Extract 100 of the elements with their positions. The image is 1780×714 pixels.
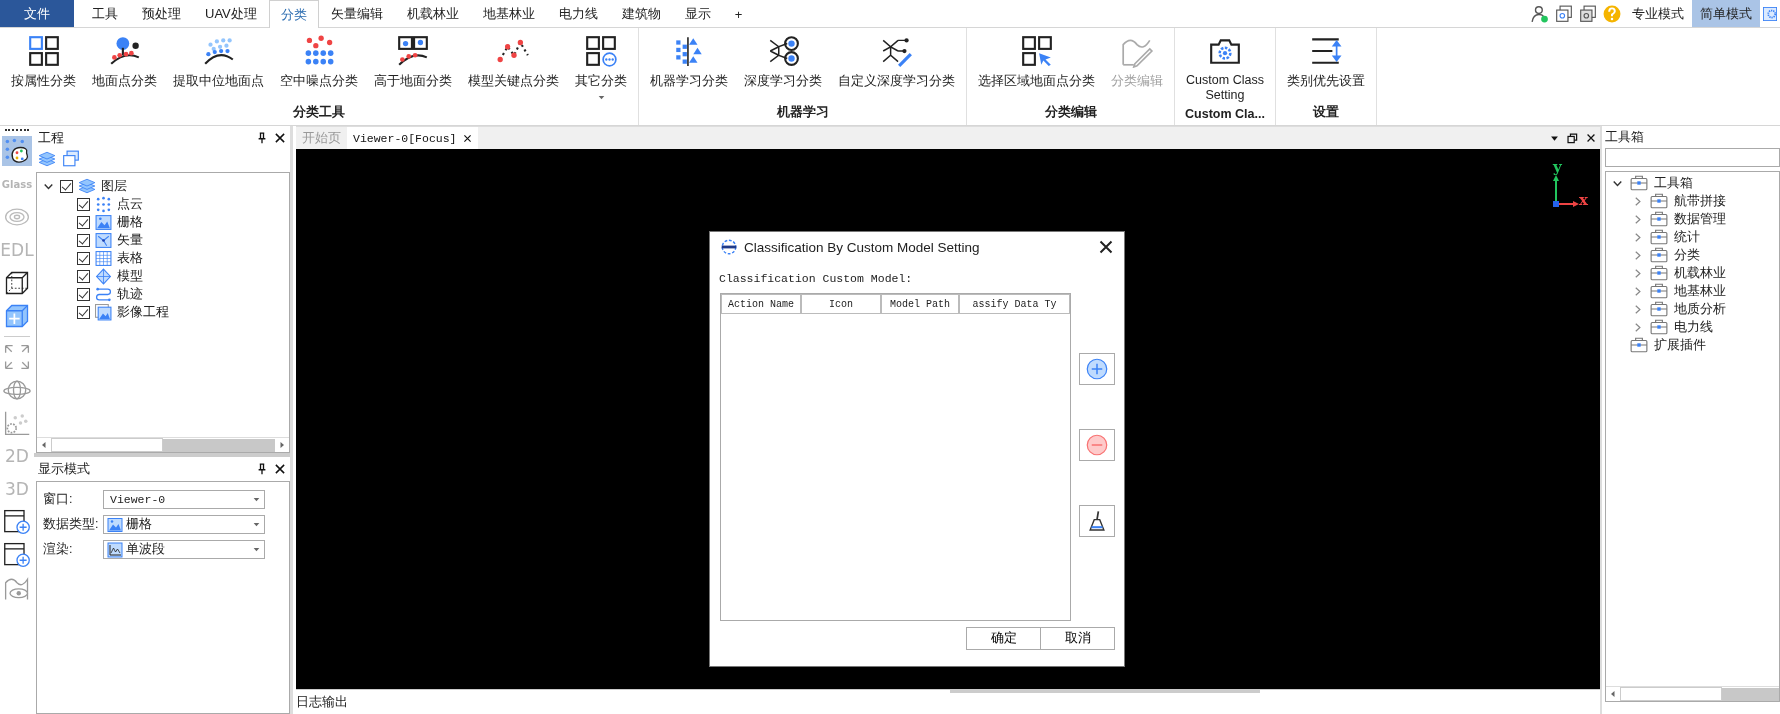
column-header[interactable]: Action Name [721, 294, 801, 314]
tree-item[interactable]: 扩展插件 [1654, 336, 1706, 354]
close-icon[interactable] [274, 463, 286, 475]
grip-handle[interactable] [5, 129, 29, 134]
tree-item[interactable]: 矢量 [117, 231, 143, 249]
add-button[interactable] [1079, 353, 1115, 385]
pin-icon[interactable] [256, 463, 268, 475]
tree-item[interactable]: 地质分析 [1674, 300, 1726, 318]
column-header[interactable]: Model Path [881, 294, 959, 314]
menu-tab[interactable]: + [722, 0, 755, 27]
settings-icon[interactable] [1763, 4, 1777, 23]
viewport[interactable]: y x Classification By Custom Model Setting Classification Custom Model: Action Name Icon Model Path assify Data Ty 确定 取消 [296, 149, 1600, 689]
model-table[interactable]: Action Name Icon Model Path assify Data Ty [720, 293, 1071, 621]
dialog-button[interactable]: 取消 [1040, 627, 1115, 650]
tree-item[interactable]: 模型 [117, 267, 143, 285]
scroll-left-icon[interactable] [40, 441, 48, 449]
dropdown-field[interactable]: 单波段 [103, 540, 265, 559]
ribbon-button[interactable]: 高于地面分类 [366, 32, 460, 104]
scrollbar[interactable] [950, 690, 1260, 693]
close-tab-icon[interactable] [462, 133, 472, 143]
scrollbar[interactable] [37, 437, 289, 452]
menu-tab[interactable]: 机载林业 [394, 0, 471, 27]
ribbon-button[interactable]: Custom Class Setting [1178, 32, 1272, 107]
ribbon-button[interactable]: 机器学习分类 [642, 32, 736, 104]
menu-tab[interactable]: UAV处理 [193, 0, 269, 27]
checkbox[interactable] [77, 197, 90, 211]
menu-tab[interactable]: 显示 [672, 0, 723, 27]
clear-button[interactable] [1079, 505, 1115, 537]
cube-icon[interactable] [3, 269, 31, 297]
tree-item[interactable]: 工具箱 [1654, 174, 1693, 192]
column-header[interactable]: Icon [801, 294, 881, 314]
ribbon-button[interactable]: 选择区域地面点分类 [970, 32, 1103, 104]
tree-item[interactable]: 轨迹 [117, 285, 143, 303]
cube-plus-icon[interactable] [3, 302, 31, 330]
checkbox[interactable] [77, 305, 90, 319]
close-icon[interactable] [1586, 133, 1596, 143]
menu-tab[interactable]: 分类 [268, 0, 319, 28]
scroll-right-icon[interactable] [278, 441, 286, 449]
tree-item[interactable]: 统计 [1674, 228, 1700, 246]
mode-button[interactable]: 专业模式 [1624, 0, 1692, 27]
tree-item[interactable]: 表格 [117, 249, 143, 267]
menu-tab[interactable]: 文件 [0, 0, 74, 27]
panel-title: 工具箱 [1604, 128, 1645, 146]
menu-tab[interactable]: 预处理 [130, 0, 193, 27]
close-icon[interactable] [1098, 239, 1114, 255]
scatter-gear-icon[interactable] [3, 409, 31, 437]
checkbox[interactable] [77, 287, 90, 301]
window-plus-icon[interactable] [3, 541, 31, 569]
column-header[interactable]: assify Data Ty [959, 294, 1070, 314]
ribbon-button[interactable]: 类别优先设置 [1279, 32, 1373, 104]
dialog-button[interactable]: 确定 [966, 627, 1041, 650]
tree-item[interactable]: 电力线 [1674, 318, 1713, 336]
checkbox[interactable] [77, 215, 90, 229]
menu-tab[interactable]: 电力线 [546, 0, 610, 27]
palette-icon[interactable] [3, 137, 31, 165]
tree-item[interactable]: 航带拼接 [1674, 192, 1726, 210]
tree-item[interactable]: 地基林业 [1674, 282, 1726, 300]
search-field[interactable] [1605, 148, 1780, 167]
tree-item[interactable]: 影像工程 [117, 303, 169, 321]
axis-drawing [1553, 173, 1580, 207]
user-check-icon[interactable] [1531, 4, 1549, 23]
toolbox-icon [1649, 192, 1669, 210]
ribbon-button[interactable]: 自定义深度学习分类 [830, 32, 963, 104]
tree-item[interactable]: 分类 [1674, 246, 1700, 264]
windows-icon[interactable] [1555, 4, 1573, 23]
tree-item[interactable]: 栅格 [117, 213, 143, 231]
dropdown-field[interactable]: Viewer-0 [103, 490, 265, 509]
menu-tab[interactable]: 工具 [80, 0, 130, 27]
group-title: 设置 [1312, 104, 1340, 121]
ribbon-button[interactable]: 深度学习分类 [736, 32, 830, 104]
windows-icon[interactable] [62, 150, 80, 168]
scroll-left-icon[interactable] [1609, 690, 1617, 698]
ribbon-button[interactable]: 其它分类 [567, 32, 635, 104]
windows-icon[interactable] [1579, 4, 1597, 23]
pin-icon[interactable] [256, 132, 268, 144]
tree-item[interactable]: 图层 [101, 177, 127, 195]
ribbon-button[interactable]: 地面点分类 [84, 32, 165, 104]
dropdown-field[interactable]: 栅格 [103, 515, 265, 534]
expand-icon[interactable] [3, 343, 31, 371]
checkbox[interactable] [60, 179, 73, 193]
ribbon-button[interactable]: 模型关键点分类 [460, 32, 567, 104]
scrollbar[interactable] [1606, 686, 1779, 701]
menu-tab[interactable]: 建筑物 [609, 0, 673, 27]
document-tab[interactable]: Viewer-0[Focus] [347, 127, 478, 149]
menu-tab[interactable]: 矢量编辑 [318, 0, 395, 27]
checkbox[interactable] [77, 251, 90, 265]
tree-item[interactable]: 数据管理 [1674, 210, 1726, 228]
menu-tab[interactable]: 地基林业 [470, 0, 547, 27]
mode-button[interactable]: 简单模式 [1692, 0, 1760, 27]
ribbon-button[interactable]: 按属性分类 [3, 32, 84, 104]
ribbon-button[interactable]: 提取中位地面点 [165, 32, 272, 104]
restore-icon[interactable] [1567, 132, 1578, 144]
tree-item[interactable]: 点云 [117, 195, 143, 213]
ribbon-button[interactable]: 空中噪点分类 [272, 32, 366, 104]
layers-icon[interactable] [38, 150, 56, 168]
checkbox[interactable] [77, 233, 90, 247]
window-plus-icon[interactable] [3, 508, 31, 536]
checkbox[interactable] [77, 269, 90, 283]
tree-item[interactable]: 机载林业 [1674, 264, 1726, 282]
close-icon[interactable] [274, 132, 286, 144]
